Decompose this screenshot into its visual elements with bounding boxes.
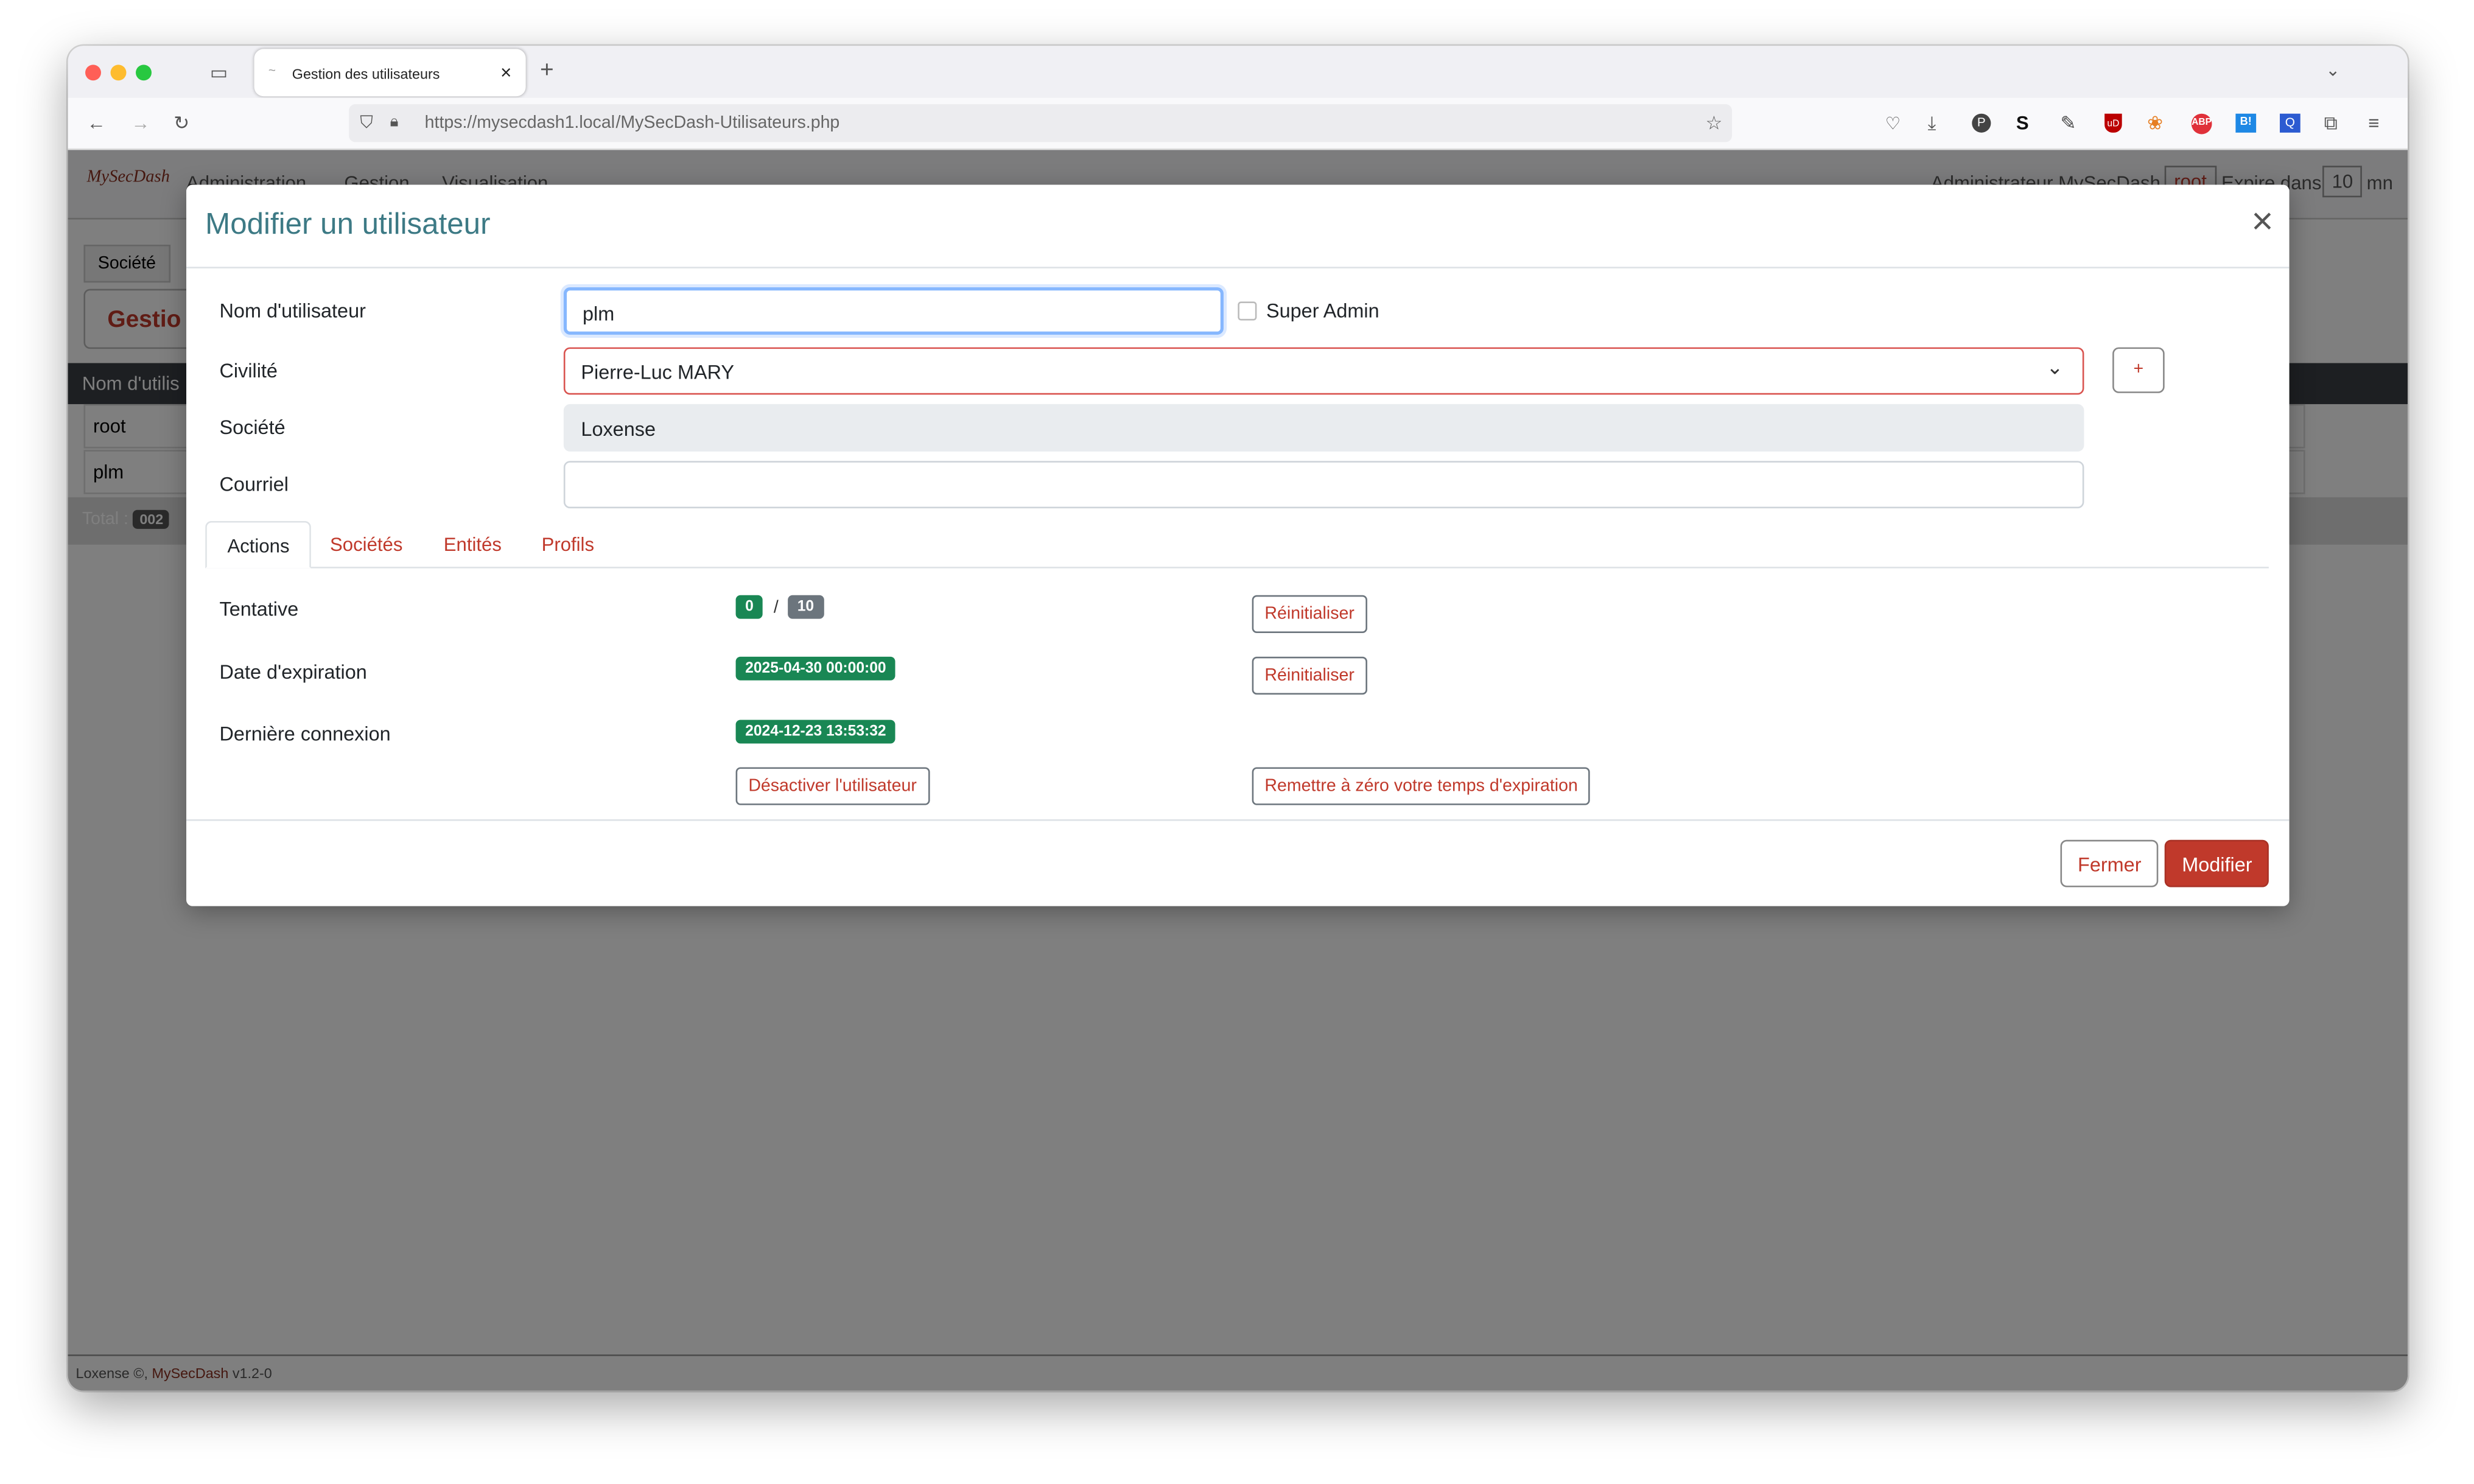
super-admin-checkbox[interactable]: [1238, 301, 1257, 321]
extensions-puzzle-icon[interactable]: ⧉: [2324, 112, 2338, 134]
url-path: /MySecDash-Utilisateurs.php: [615, 113, 840, 133]
attempt-count-badge: 0: [735, 595, 763, 619]
browser-window: ▭ ~ Gestion des utilisateurs × + ⌄ ← → ↻…: [68, 46, 2408, 1391]
browser-titlebar: ▭ ~ Gestion des utilisateurs × + ⌄: [68, 46, 2408, 98]
pocket-icon[interactable]: ♡: [1885, 114, 1901, 136]
bookmark-star-icon[interactable]: ☆: [1706, 112, 1723, 134]
attempt-max-badge: 10: [788, 595, 824, 619]
company-label: Société: [219, 416, 286, 439]
expiration-label: Date d'expiration: [219, 661, 367, 684]
reset-attempts-button[interactable]: Réinitialiser: [1252, 595, 1367, 633]
submit-button[interactable]: Modifier: [2164, 839, 2270, 887]
shield-icon[interactable]: ⛉: [360, 112, 373, 134]
tab-societes[interactable]: Sociétés: [309, 521, 423, 569]
civility-selected-value: Pierre-Luc MARY: [581, 361, 735, 384]
tab-actions[interactable]: Actions: [205, 520, 312, 569]
add-civility-button[interactable]: +: [2112, 347, 2165, 393]
modal-footer: Fermer Modifier: [186, 819, 2290, 906]
close-tab-icon[interactable]: ×: [500, 61, 511, 83]
tab-list-chevron-icon[interactable]: ⌄: [2325, 60, 2340, 82]
modal-tabs: Actions Sociétés Entités Profils: [205, 520, 2269, 569]
disable-user-button[interactable]: Désactiver l'utilisateur: [735, 767, 930, 805]
forward-icon[interactable]: →: [131, 112, 150, 134]
menu-hamburger-icon[interactable]: ≡: [2368, 112, 2379, 134]
modal-header: Modifier un utilisateur ×: [186, 184, 2290, 268]
url-domain: https://mysecdash1.local: [424, 113, 615, 133]
minimize-window-button[interactable]: [110, 65, 127, 81]
super-admin-label: Super Admin: [1266, 299, 1379, 323]
username-input[interactable]: plm: [563, 287, 1224, 335]
back-icon[interactable]: ←: [87, 112, 106, 134]
email-label: Courriel: [219, 474, 289, 496]
reset-expiration-button[interactable]: Réinitialiser: [1252, 656, 1367, 695]
hatena-bookmark-icon[interactable]: B!: [2235, 113, 2257, 133]
browser-tab-title: Gestion des utilisateurs: [292, 66, 440, 82]
extension-s-icon[interactable]: S: [2016, 112, 2029, 134]
adblock-plus-icon[interactable]: ABP: [2191, 113, 2212, 135]
new-tab-icon[interactable]: +: [540, 58, 554, 82]
tab-profils[interactable]: Profils: [521, 521, 615, 569]
screen: ▭ ~ Gestion des utilisateurs × + ⌄ ← → ↻…: [0, 0, 2474, 1484]
url-bar[interactable]: ⛉ 🔒︎ https://mysecdash1.local /MySecDash…: [349, 104, 1733, 142]
tab-overview-icon[interactable]: ▭: [210, 61, 228, 83]
lock-icon[interactable]: 🔒︎: [390, 112, 399, 134]
company-field: Loxense: [563, 404, 2084, 452]
close-icon[interactable]: ×: [2251, 203, 2273, 242]
reset-expiration-time-button[interactable]: Remettre à zéro votre temps d'expiration: [1252, 767, 1591, 805]
extension-animal-icon[interactable]: ❀: [2147, 112, 2163, 134]
expiration-date-badge: 2025-04-30 00:00:00: [735, 656, 896, 681]
civility-label: Civilité: [219, 360, 278, 382]
reload-icon[interactable]: ↻: [173, 112, 189, 134]
tab-entites[interactable]: Entités: [423, 521, 522, 569]
attempt-label: Tentative: [219, 598, 299, 621]
modal-title: Modifier un utilisateur: [205, 208, 491, 242]
page-content: MySecDash Administration Gestion Visuali…: [68, 150, 2408, 1391]
close-button[interactable]: Fermer: [2060, 839, 2159, 887]
last-login-badge: 2024-12-23 13:53:32: [735, 719, 896, 744]
extension-q-icon[interactable]: Q: [2280, 113, 2301, 133]
civility-select[interactable]: Pierre-Luc MARY ⌄: [563, 347, 2084, 395]
browser-toolbar: ← → ↻ ⛉ 🔒︎ https://mysecdash1.local /MyS…: [68, 97, 2408, 150]
downloads-icon[interactable]: ⤓: [1928, 112, 1936, 134]
chevron-down-icon: ⌄: [2046, 355, 2064, 379]
ublock-icon[interactable]: uD: [2104, 113, 2122, 133]
browser-tab-active[interactable]: ~ Gestion des utilisateurs ×: [254, 49, 526, 97]
edit-user-modal: Modifier un utilisateur × Nom d'utilisat…: [186, 184, 2290, 906]
email-input[interactable]: [563, 461, 2084, 509]
favicon-icon: ~: [268, 63, 276, 78]
username-label: Nom d'utilisateur: [219, 299, 366, 323]
extension-pen-icon[interactable]: ✎: [2061, 112, 2076, 134]
attempt-separator: /: [773, 598, 779, 618]
extension-p-icon[interactable]: P: [1972, 113, 1991, 133]
maximize-window-button[interactable]: [136, 65, 152, 81]
close-window-button[interactable]: [85, 65, 101, 81]
last-login-label: Dernière connexion: [219, 723, 391, 746]
